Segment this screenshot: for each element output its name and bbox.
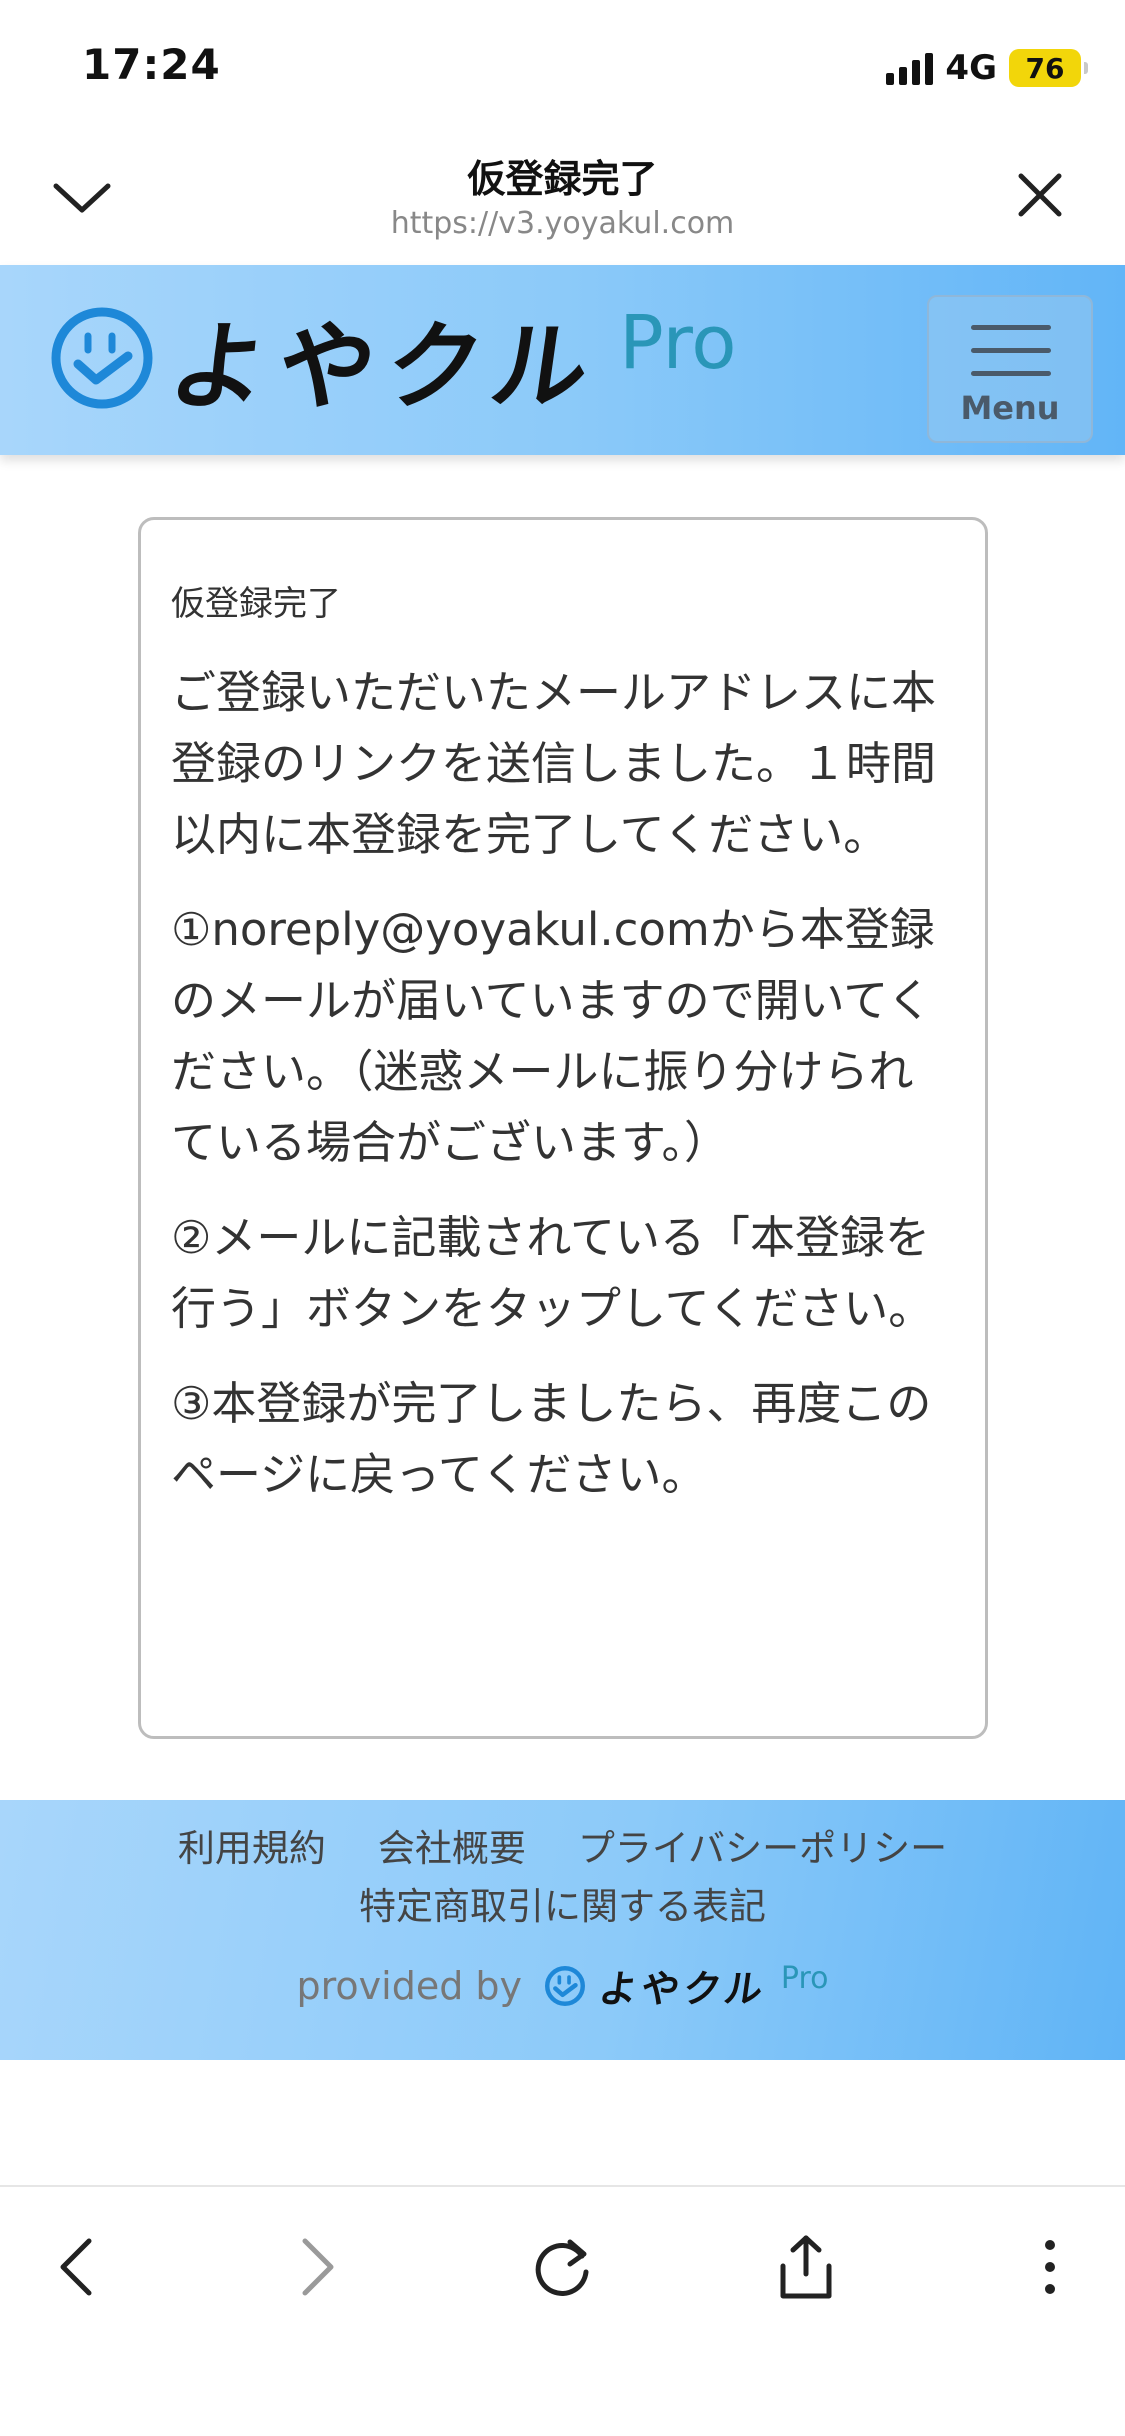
back-icon[interactable] [36, 2227, 116, 2307]
reload-icon[interactable] [523, 2227, 603, 2307]
card-paragraph: ご登録いただいたメールアドレスに本登録のリンクを送信しました。１時間以内に本登録… [171, 666, 937, 861]
smile-check-logo-icon [545, 1965, 586, 2006]
status-indicators: 4G 76 [886, 48, 1088, 88]
card-paragraph: ③本登録が完了しましたら、再度このページに戻ってください。 [171, 1377, 932, 1501]
card-paragraph: ②メールに記載されている「本登録を行う」ボタンをタップしてください。 [171, 1211, 934, 1335]
site-footer: 利用規約 会社概要 プライバシーポリシー 特定商取引に関する表記 provide… [0, 1800, 1125, 2060]
site-logo[interactable]: よやクル Pro [50, 293, 737, 423]
smile-check-logo-icon [51, 307, 153, 409]
menu-button[interactable]: Menu [927, 295, 1093, 443]
logo-suffix: Pro [619, 300, 737, 386]
close-icon[interactable] [1015, 170, 1065, 220]
page-title: 仮登録完了 [467, 157, 658, 201]
provided-by-text: provided by [296, 1963, 523, 2008]
footer-logo-suffix: Pro [780, 1961, 829, 1996]
registration-card: 仮登録完了 ご登録いただいたメールアドレスに本登録のリンクを送信しました。１時間… [138, 517, 988, 1739]
browser-header: 仮登録完了 https://v3.yoyakul.com [0, 130, 1125, 265]
status-time: 17:24 [82, 40, 221, 89]
forward-icon[interactable] [278, 2227, 358, 2307]
status-bar: 17:24 4G 76 [0, 0, 1125, 130]
footer-link-company[interactable]: 会社概要 [378, 1820, 526, 1878]
provided-by: provided by よやクル Pro [0, 1958, 1125, 2013]
page-url: https://v3.yoyakul.com [390, 206, 735, 241]
browser-toolbar [0, 2185, 1125, 2436]
footer-link-commercial-law[interactable]: 特定商取引に関する表記 [359, 1878, 766, 1936]
card-heading: 仮登録完了 [171, 584, 341, 624]
site-header: よやクル Pro Menu [0, 265, 1125, 455]
footer-link-terms[interactable]: 利用規約 [178, 1820, 326, 1878]
menu-label: Menu [960, 389, 1060, 427]
logo-text: よやクル [162, 310, 608, 423]
more-icon[interactable] [1010, 2227, 1090, 2307]
footer-links: 利用規約 会社概要 プライバシーポリシー 特定商取引に関する表記 [0, 1820, 1125, 1936]
battery-icon: 76 [1009, 49, 1088, 87]
footer-link-privacy[interactable]: プライバシーポリシー [578, 1820, 947, 1878]
network-type: 4G [945, 48, 997, 88]
share-icon[interactable] [766, 2227, 846, 2307]
card-paragraph: ①noreply@yoyakul.comから本登録のメールが届いていますので開い… [171, 903, 935, 1169]
footer-logo-text: よやクル [596, 1967, 770, 2011]
signal-icon [886, 51, 934, 85]
hamburger-icon [971, 325, 1051, 394]
